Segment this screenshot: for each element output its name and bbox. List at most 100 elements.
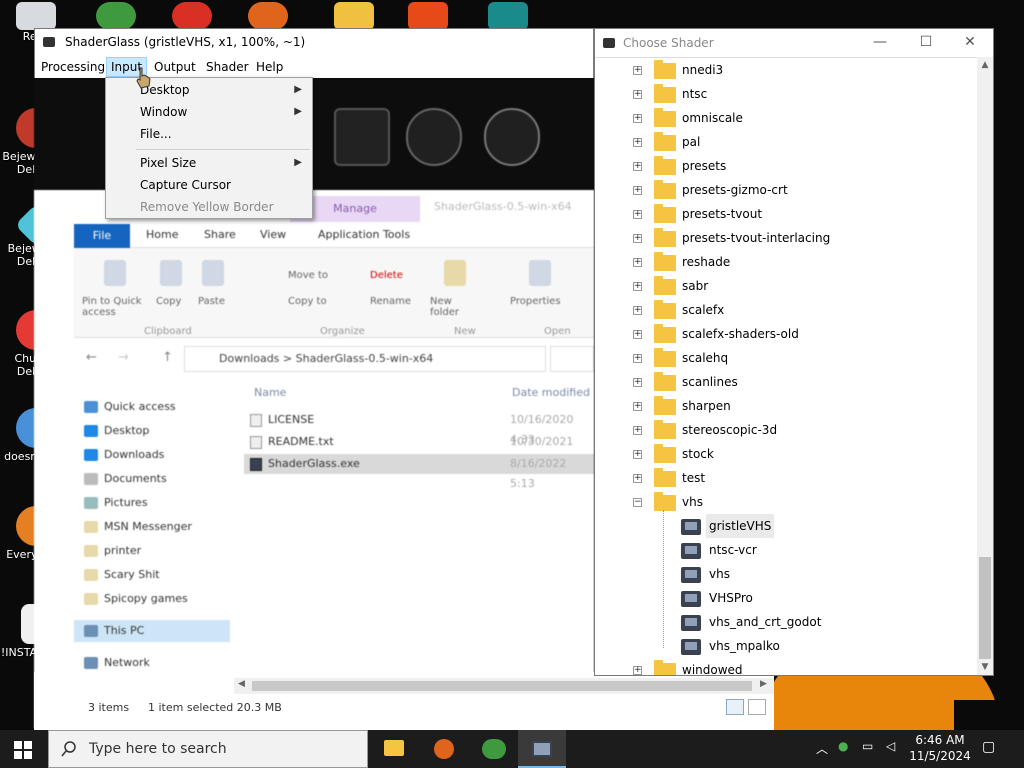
tree-folder-item[interactable]: + pal xyxy=(595,130,977,154)
up-arrow-icon[interactable]: ↑ xyxy=(162,350,173,365)
tree-folder-item[interactable]: + presets xyxy=(595,154,977,178)
expand-icon[interactable]: + xyxy=(633,162,642,171)
address-input[interactable]: Downloads > ShaderGlass-0.5-win-x64 xyxy=(184,346,546,372)
column-date[interactable]: Date modified xyxy=(512,386,590,399)
expand-icon[interactable]: + xyxy=(633,402,642,411)
expand-icon[interactable]: + xyxy=(633,450,642,459)
pin-label[interactable]: Pin to Quick access xyxy=(82,296,152,318)
menu-item-capture-cursor[interactable]: Capture Cursor xyxy=(106,174,312,196)
expand-icon[interactable]: + xyxy=(633,186,642,195)
people-tray-icon[interactable]: ● xyxy=(838,739,848,753)
expand-icon[interactable]: + xyxy=(633,138,642,147)
tree-shader-item[interactable]: ntsc-vcr xyxy=(595,538,977,562)
forward-arrow-icon[interactable]: → xyxy=(118,350,129,365)
details-view-icon[interactable] xyxy=(726,699,744,715)
expand-icon[interactable]: + xyxy=(633,666,642,675)
large-icons-view-icon[interactable] xyxy=(748,699,766,715)
menu-processing[interactable]: Processing xyxy=(37,57,109,77)
tree-shader-item[interactable]: vhs_and_crt_godot xyxy=(595,610,977,634)
scrollbar-thumb[interactable] xyxy=(252,681,752,691)
menu-output[interactable]: Output xyxy=(150,57,200,77)
properties-label[interactable]: Properties xyxy=(510,296,561,307)
nav-network[interactable]: Network xyxy=(104,656,150,669)
tree-folder-item[interactable]: + presets-gizmo-crt xyxy=(595,178,977,202)
tab-view[interactable]: View xyxy=(260,228,286,241)
scroll-right-icon[interactable]: ▶ xyxy=(760,679,767,689)
tab-home[interactable]: Home xyxy=(146,228,178,241)
expand-icon[interactable]: + xyxy=(633,330,642,339)
tree-shader-item[interactable]: VHSPro xyxy=(595,586,977,610)
tree-folder-item[interactable]: + omniscale xyxy=(595,106,977,130)
expand-icon[interactable]: + xyxy=(633,258,642,267)
nav-printer[interactable]: printer xyxy=(104,544,141,557)
tree-folder-item[interactable]: + reshade xyxy=(595,250,977,274)
nav-desktop[interactable]: Desktop xyxy=(104,424,149,437)
shaderglass-titlebar[interactable]: ShaderGlass (gristleVHS, x1, 100%, ~1) xyxy=(35,29,593,55)
delete-button[interactable]: Delete xyxy=(370,270,403,281)
new-folder-label[interactable]: New folder xyxy=(430,296,480,318)
people-icon[interactable] xyxy=(96,2,136,30)
scroll-down-icon[interactable]: ▼ xyxy=(977,659,993,675)
file-row[interactable]: ShaderGlass.exe 8/16/2022 5:13 xyxy=(244,454,594,490)
expand-icon[interactable]: + xyxy=(633,90,642,99)
nav-spicopy[interactable]: Spicopy games xyxy=(104,592,188,605)
file-row[interactable]: README.txt 10/30/2021 4:43 xyxy=(244,432,594,468)
back-arrow-icon[interactable]: ← xyxy=(86,350,97,365)
clock-time[interactable]: 6:46 AM xyxy=(910,733,970,747)
expand-icon[interactable]: + xyxy=(633,66,642,75)
scrollbar-thumb[interactable] xyxy=(979,557,991,659)
tree-folder-item[interactable]: + sabr xyxy=(595,274,977,298)
column-name[interactable]: Name xyxy=(254,386,286,399)
volume-icon[interactable]: ◁ xyxy=(886,739,895,753)
office-icon[interactable] xyxy=(408,2,448,30)
choose-shader-titlebar[interactable]: Choose Shader — ☐ ✕ xyxy=(595,29,993,57)
expand-icon[interactable]: + xyxy=(633,234,642,243)
menu-item-pixel-size[interactable]: Pixel Size ▶ xyxy=(106,152,312,174)
copy-icon[interactable] xyxy=(160,260,182,286)
collapse-icon[interactable]: − xyxy=(633,498,642,507)
firefox-icon[interactable] xyxy=(248,2,288,30)
tree-folder-item[interactable]: + scalefx xyxy=(595,298,977,322)
expand-icon[interactable]: + xyxy=(633,354,642,363)
expand-icon[interactable]: + xyxy=(633,426,642,435)
tree-shader-item[interactable]: vhs_mpalko xyxy=(595,634,977,658)
tab-application-tools[interactable]: Application Tools xyxy=(318,228,410,241)
taskbar-shaderglass[interactable] xyxy=(518,730,566,768)
nav-documents[interactable]: Documents xyxy=(104,472,167,485)
scroll-left-icon[interactable]: ◀ xyxy=(238,679,245,689)
tree-folder-item[interactable]: + stock xyxy=(595,442,977,466)
taskbar-search-box[interactable]: Type here to search xyxy=(48,730,368,768)
copy-label[interactable]: Copy xyxy=(156,296,181,307)
tree-folder-item[interactable]: − vhs xyxy=(595,490,977,514)
nav-scary[interactable]: Scary Shit xyxy=(104,568,160,581)
close-icon[interactable]: ✕ xyxy=(947,29,993,57)
tree-folder-item[interactable]: + windowed xyxy=(595,658,977,675)
copy-to-button[interactable]: Copy to xyxy=(288,296,327,307)
nav-pictures[interactable]: Pictures xyxy=(104,496,148,509)
properties-icon[interactable] xyxy=(529,260,551,286)
maximize-icon[interactable]: ☐ xyxy=(903,29,949,57)
menu-item-file[interactable]: File... xyxy=(106,123,312,145)
tree-folder-item[interactable]: + presets-tvout xyxy=(595,202,977,226)
new-folder-icon[interactable] xyxy=(444,260,466,286)
tree-folder-item[interactable]: + nnedi3 xyxy=(595,58,977,82)
paste-icon[interactable] xyxy=(202,260,224,286)
rename-button[interactable]: Rename xyxy=(370,296,411,307)
tree-folder-item[interactable]: + scalehq xyxy=(595,346,977,370)
paste-label[interactable]: Paste xyxy=(198,296,225,307)
vertical-scrollbar[interactable]: ▲ ▼ xyxy=(977,57,993,675)
recycle-bin-icon[interactable] xyxy=(16,2,56,30)
tree-folder-item[interactable]: + scanlines xyxy=(595,370,977,394)
tab-share[interactable]: Share xyxy=(204,228,236,241)
expand-icon[interactable]: + xyxy=(633,378,642,387)
minimize-icon[interactable]: — xyxy=(857,29,903,57)
tree-folder-item[interactable]: + test xyxy=(595,466,977,490)
tree-folder-item[interactable]: + presets-tvout-interlacing xyxy=(595,226,977,250)
tree-folder-item[interactable]: + scalefx-shaders-old xyxy=(595,322,977,346)
tree-folder-item[interactable]: + ntsc xyxy=(595,82,977,106)
tree-shader-item[interactable]: vhs xyxy=(595,562,977,586)
taskbar-firefox[interactable] xyxy=(420,730,468,768)
tree-folder-item[interactable]: + stereoscopic-3d xyxy=(595,418,977,442)
scroll-up-icon[interactable]: ▲ xyxy=(977,57,993,73)
expand-icon[interactable]: + xyxy=(633,282,642,291)
